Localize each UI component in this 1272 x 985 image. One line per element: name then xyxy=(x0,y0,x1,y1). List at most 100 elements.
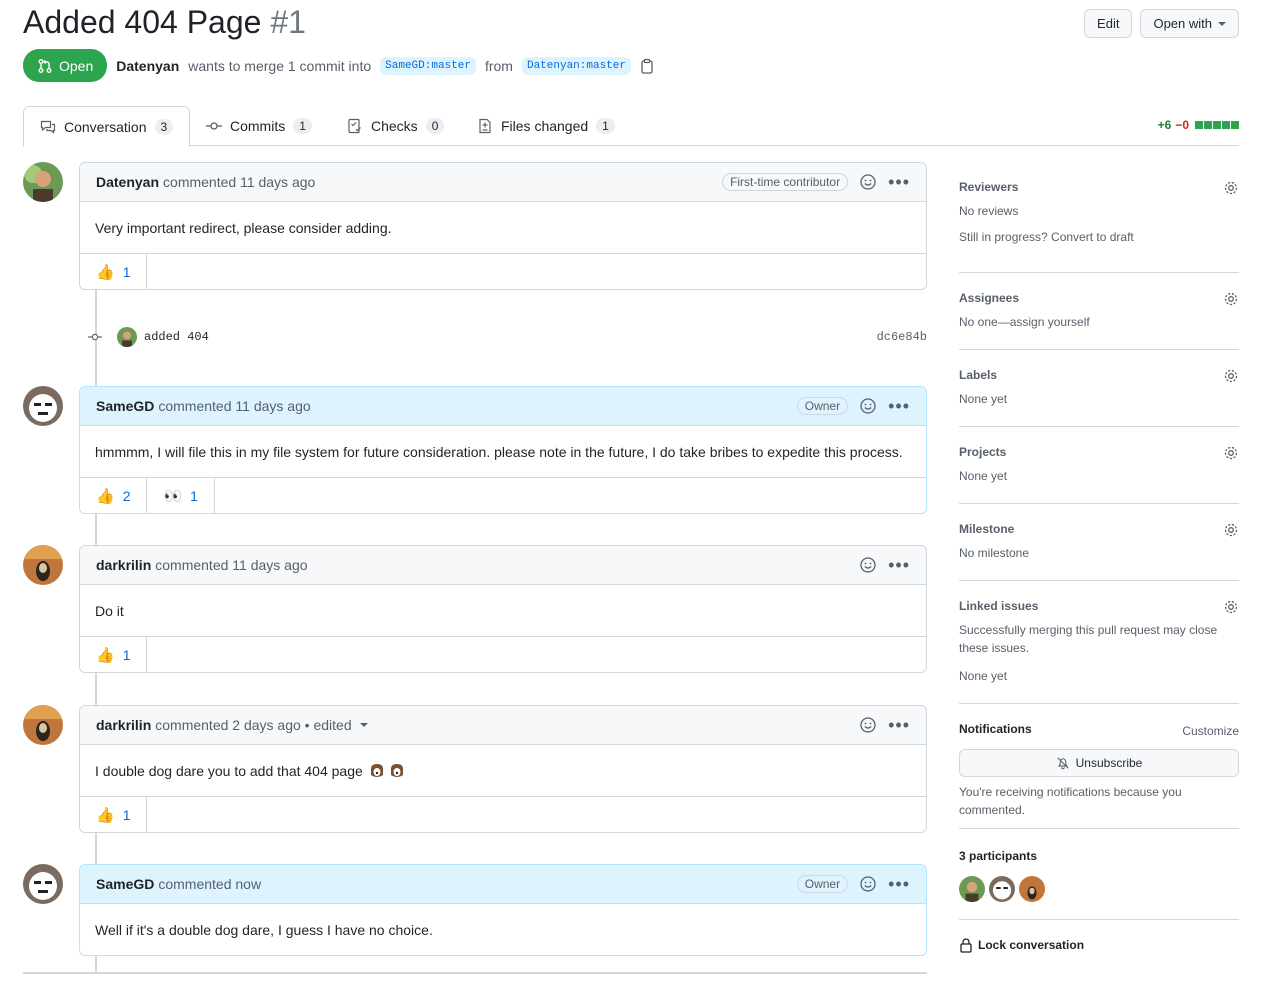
comment-author[interactable]: Datenyan xyxy=(96,174,159,190)
reaction-thumbs-up[interactable]: 👍 1 xyxy=(80,797,148,832)
tab-label: Conversation xyxy=(64,118,147,135)
kebab-icon[interactable]: ••• xyxy=(888,397,910,415)
comment-author[interactable]: darkrilin xyxy=(96,557,151,573)
git-commit-icon xyxy=(88,333,102,341)
lock-conversation-button[interactable]: Lock conversation xyxy=(959,937,1084,953)
unsubscribe-button[interactable]: Unsubscribe xyxy=(959,749,1239,777)
gear-icon[interactable] xyxy=(1223,445,1239,461)
copy-icon[interactable] xyxy=(640,58,654,74)
comment: darkrilin commented 2 days ago • edited … xyxy=(79,705,927,833)
smiley-icon[interactable] xyxy=(860,557,876,573)
reaction-count: 2 xyxy=(122,487,131,504)
pr-author[interactable]: Datenyan xyxy=(116,58,179,74)
assign-yourself-link[interactable]: No one—assign yourself xyxy=(959,313,1239,331)
gear-icon[interactable] xyxy=(1223,291,1239,307)
sidebar-title[interactable]: Projects xyxy=(959,445,1239,459)
tab-checks[interactable]: Checks 0 xyxy=(331,106,460,146)
kebab-icon[interactable]: ••• xyxy=(888,556,910,574)
customize-link[interactable]: Customize xyxy=(1182,722,1239,740)
smiley-icon[interactable] xyxy=(860,717,876,733)
kebab-icon[interactable]: ••• xyxy=(888,875,910,893)
comment-meta[interactable]: commented 2 days ago • edited xyxy=(155,717,351,733)
commit-avatar[interactable] xyxy=(117,327,137,347)
sidebar-title[interactable]: Linked issues xyxy=(959,599,1239,613)
gear-icon[interactable] xyxy=(1223,368,1239,384)
thumbs-up-icon: 👍 xyxy=(96,263,115,281)
kebab-icon[interactable]: ••• xyxy=(888,173,910,191)
pr-tabs: Conversation 3 Commits 1 Checks 0 Files … xyxy=(23,106,1239,147)
smiley-icon[interactable] xyxy=(860,876,876,892)
sidebar-linked-issues: Linked issues Successfully merging this … xyxy=(959,599,1239,704)
thumbs-up-icon: 👍 xyxy=(96,487,115,505)
sidebar-assignees: Assignees No one—assign yourself xyxy=(959,291,1239,350)
commit-message[interactable]: added 404 xyxy=(144,330,209,344)
role-badge: Owner xyxy=(796,397,849,415)
comment-meta[interactable]: commented now xyxy=(158,876,261,892)
head-branch[interactable]: Datenyan:master xyxy=(521,56,631,75)
participant-list xyxy=(959,876,1239,902)
smiley-icon[interactable] xyxy=(860,174,876,190)
pr-title: Added 404 Page #1 xyxy=(23,4,306,41)
pull-request-icon xyxy=(38,58,52,73)
thumbs-up-icon: 👍 xyxy=(96,806,115,824)
checklist-icon xyxy=(348,118,361,134)
lock-label: Lock conversation xyxy=(978,938,1085,952)
sidebar-participants: 3 participants xyxy=(959,849,1239,920)
sidebar-notifications: Notifications Customize Unsubscribe You'… xyxy=(959,722,1239,829)
git-commit-icon xyxy=(206,122,222,130)
participant-avatar[interactable] xyxy=(1019,876,1045,902)
convert-to-draft-link[interactable]: Still in progress? Convert to draft xyxy=(959,228,1239,246)
avatar[interactable] xyxy=(23,545,63,585)
avatar[interactable] xyxy=(23,386,63,426)
notifications-reason: You're receiving notifications because y… xyxy=(959,785,1182,817)
comment-author[interactable]: SameGD xyxy=(96,398,154,414)
base-branch[interactable]: SameGD:master xyxy=(380,56,476,75)
comment-meta[interactable]: commented 11 days ago xyxy=(158,398,310,414)
tab-counter: 1 xyxy=(596,118,615,134)
from-text: from xyxy=(484,57,513,74)
avatar[interactable] xyxy=(23,162,63,202)
tab-conversation[interactable]: Conversation 3 xyxy=(23,106,191,147)
comment-header: SameGD commented now Owner ••• xyxy=(80,865,926,904)
reaction-eyes[interactable]: 👀 1 xyxy=(147,478,215,513)
avatar[interactable] xyxy=(23,705,63,745)
comment-meta[interactable]: commented 11 days ago xyxy=(155,557,307,573)
kebab-icon[interactable]: ••• xyxy=(888,716,910,734)
edited-caret-icon[interactable] xyxy=(359,723,368,727)
reactions-bar: 👍 2 👀 1 xyxy=(80,477,926,513)
tab-commits[interactable]: Commits 1 xyxy=(190,106,328,146)
sidebar-projects: Projects None yet xyxy=(959,445,1239,504)
sidebar-description: Successfully merging this pull request m… xyxy=(959,623,1218,655)
tab-counter: 1 xyxy=(293,118,312,134)
state-badge: Open xyxy=(23,49,108,82)
role-badge: First-time contributor xyxy=(722,173,849,191)
header-actions: Edit Open with xyxy=(1084,9,1239,38)
participant-avatar[interactable] xyxy=(989,876,1015,902)
comment-author[interactable]: darkrilin xyxy=(96,717,151,733)
unsubscribe-label: Unsubscribe xyxy=(1075,756,1143,770)
comment-author[interactable]: SameGD xyxy=(96,876,154,892)
gear-icon[interactable] xyxy=(1223,180,1239,196)
sidebar-title[interactable]: Labels xyxy=(959,368,1239,382)
reaction-thumbs-up[interactable]: 👍 1 xyxy=(80,254,148,289)
comment-body: hmmmm, I will file this in my file syste… xyxy=(95,443,903,460)
sidebar-title[interactable]: Assignees xyxy=(959,291,1239,305)
edit-button[interactable]: Edit xyxy=(1084,9,1133,38)
gear-icon[interactable] xyxy=(1223,522,1239,538)
participant-avatar[interactable] xyxy=(959,876,985,902)
gear-icon[interactable] xyxy=(1223,599,1239,615)
reaction-thumbs-up[interactable]: 👍 1 xyxy=(80,637,148,672)
avatar[interactable] xyxy=(23,864,63,904)
tab-label: Commits xyxy=(230,118,286,134)
open-with-button[interactable]: Open with xyxy=(1140,9,1239,38)
bell-slash-icon xyxy=(1057,757,1069,770)
comment-meta[interactable]: commented 11 days ago xyxy=(163,174,315,190)
comment-header: SameGD commented 11 days ago Owner ••• xyxy=(80,387,926,426)
sidebar-title[interactable]: Milestone xyxy=(959,522,1239,536)
tab-files-changed[interactable]: Files changed 1 xyxy=(461,106,631,146)
sidebar-title[interactable]: Reviewers xyxy=(959,180,1239,194)
reaction-thumbs-up[interactable]: 👍 2 xyxy=(80,478,148,513)
commit-sha[interactable]: dc6e84b xyxy=(877,330,927,344)
smiley-icon[interactable] xyxy=(860,398,876,414)
sidebar-title: 3 participants xyxy=(959,849,1038,863)
